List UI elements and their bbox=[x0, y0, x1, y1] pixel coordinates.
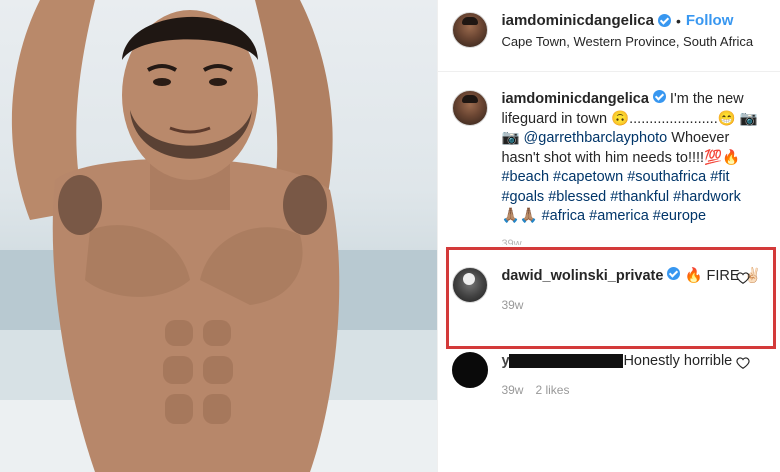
post-location[interactable]: Cape Town, Western Province, South Afric… bbox=[501, 34, 753, 49]
redacted-avatar[interactable] bbox=[452, 351, 489, 388]
header-text: iamdominicdangelica • Follow Cape Town, … bbox=[501, 12, 753, 49]
comment-text: Honestly horrible bbox=[623, 352, 733, 369]
redaction-bar bbox=[509, 353, 624, 368]
caption-time: 39w bbox=[501, 237, 522, 245]
shirtless-man-photo bbox=[0, 0, 438, 472]
caption-body: iamdominicdangelica I'm the new lifeguar… bbox=[501, 90, 766, 245]
prayer-emoji: 🙏🏽🙏🏽 bbox=[501, 208, 542, 224]
separator-dot: • bbox=[675, 12, 681, 29]
author-username[interactable]: iamdominicdangelica bbox=[501, 12, 654, 29]
redacted-username[interactable]: y bbox=[501, 352, 624, 372]
author-avatar[interactable] bbox=[452, 12, 489, 48]
verified-icon bbox=[657, 14, 671, 27]
comment-time: 39w bbox=[501, 383, 524, 397]
caption-avatar[interactable] bbox=[452, 90, 489, 126]
comment-highlighted: dawid_wolinski_private 🔥 FIRE ✌🏻 39w bbox=[438, 266, 780, 316]
post-photo bbox=[0, 0, 438, 472]
hashtags-line-2[interactable]: #goals #blessed #thankful #hardwork bbox=[501, 189, 740, 205]
commenter-avatar[interactable] bbox=[452, 266, 489, 303]
verified-icon bbox=[667, 266, 681, 280]
follow-button[interactable]: Follow bbox=[686, 12, 734, 29]
header-line: iamdominicdangelica • Follow bbox=[501, 12, 753, 29]
heart-outline-icon[interactable] bbox=[736, 356, 750, 370]
comment-redacted: y Honestly horrible 39w 2 likes bbox=[438, 351, 780, 401]
comment-body: dawid_wolinski_private 🔥 FIRE ✌🏻 39w bbox=[501, 266, 766, 316]
comment-body: y Honestly horrible 39w 2 likes bbox=[501, 352, 766, 401]
verified-icon bbox=[652, 90, 666, 103]
post-caption: iamdominicdangelica I'm the new lifeguar… bbox=[438, 72, 780, 245]
commenter-username[interactable]: dawid_wolinski_private bbox=[501, 268, 663, 284]
comment-time: 39w bbox=[501, 298, 524, 312]
post-header: iamdominicdangelica • Follow Cape Town, … bbox=[438, 0, 780, 72]
hashtags-line-3[interactable]: #africa #america #europe bbox=[542, 208, 706, 224]
hashtags-line-1[interactable]: #beach #capetown #southafrica #fit bbox=[501, 169, 729, 185]
comment-meta: 39w 2 likes bbox=[501, 381, 766, 401]
comment-meta: 39w bbox=[501, 296, 766, 316]
comment-likes[interactable]: 2 likes bbox=[535, 381, 569, 401]
heart-outline-icon[interactable] bbox=[736, 271, 750, 285]
caption-text-2: 📷 bbox=[501, 130, 524, 146]
caption-username[interactable]: iamdominicdangelica bbox=[501, 91, 648, 107]
mention-link[interactable]: @garrethbarclayphoto bbox=[524, 130, 668, 146]
instagram-post: iamdominicdangelica • Follow Cape Town, … bbox=[0, 0, 780, 472]
post-side-panel: iamdominicdangelica • Follow Cape Town, … bbox=[437, 0, 780, 472]
